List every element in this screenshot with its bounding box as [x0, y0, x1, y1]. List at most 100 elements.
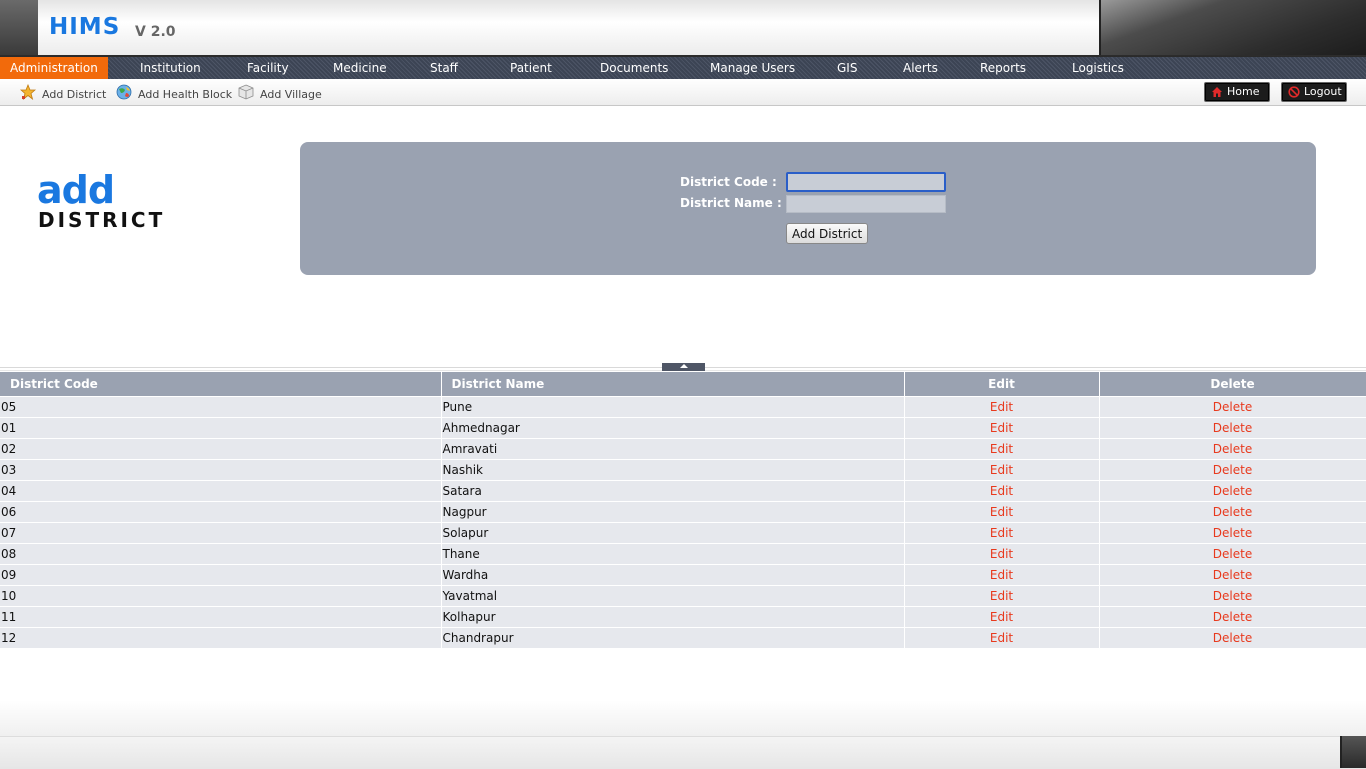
- nav-item-documents[interactable]: Documents: [600, 57, 668, 79]
- delete-link[interactable]: Delete: [1099, 522, 1366, 544]
- district-name-cell: Nagpur: [441, 501, 905, 523]
- table-row: 06 Nagpur Edit Delete: [0, 501, 1366, 523]
- delete-link[interactable]: Delete: [1099, 396, 1366, 418]
- district-name-cell: Chandrapur: [441, 627, 905, 648]
- delete-link[interactable]: Delete: [1099, 438, 1366, 460]
- footer-right-decoration: [1340, 736, 1366, 768]
- edit-link[interactable]: Edit: [904, 564, 1100, 586]
- app-header: HIMS V 2.0: [0, 0, 1366, 57]
- nav-item-alerts[interactable]: Alerts: [903, 57, 938, 79]
- edit-link[interactable]: Edit: [904, 480, 1100, 502]
- logout-icon: [1288, 86, 1300, 98]
- nav-item-administration[interactable]: Administration: [0, 57, 108, 79]
- logout-button-label: Logout: [1304, 85, 1342, 98]
- header-banner: [38, 0, 1099, 55]
- district-code-label: District Code :: [680, 175, 777, 189]
- district-code-cell: 12: [0, 627, 442, 648]
- table-row: 07 Solapur Edit Delete: [0, 522, 1366, 544]
- edit-link[interactable]: Edit: [904, 606, 1100, 628]
- header-right-decoration: [1099, 0, 1366, 55]
- edit-link[interactable]: Edit: [904, 543, 1100, 565]
- district-code-cell: 04: [0, 480, 442, 502]
- table-row: 02 Amravati Edit Delete: [0, 438, 1366, 460]
- box-icon: [238, 84, 254, 100]
- district-name-cell: Pune: [441, 396, 905, 418]
- district-code-cell: 01: [0, 417, 442, 439]
- header-district-code[interactable]: District Code: [0, 372, 442, 397]
- district-name-cell: Satara: [441, 480, 905, 502]
- nav-item-manage-users[interactable]: Manage Users: [710, 57, 795, 79]
- edit-link[interactable]: Edit: [904, 459, 1100, 481]
- district-name-cell: Wardha: [441, 564, 905, 586]
- nav-item-logistics[interactable]: Logistics: [1072, 57, 1124, 79]
- collapse-toggle[interactable]: [662, 363, 705, 371]
- district-name-cell: Ahmednagar: [441, 417, 905, 439]
- home-button[interactable]: Home: [1204, 82, 1270, 102]
- table-row: 09 Wardha Edit Delete: [0, 564, 1366, 586]
- nav-item-facility[interactable]: Facility: [247, 57, 289, 79]
- district-name-cell: Nashik: [441, 459, 905, 481]
- add-district-form: District Code : District Name : Add Dist…: [300, 142, 1316, 275]
- add-village-link[interactable]: Add Village: [238, 84, 322, 102]
- logout-button[interactable]: Logout: [1281, 82, 1347, 102]
- district-code-cell: 03: [0, 459, 442, 481]
- table-row: 11 Kolhapur Edit Delete: [0, 606, 1366, 628]
- table-row: 01 Ahmednagar Edit Delete: [0, 417, 1366, 439]
- page-title-district: DISTRICT: [38, 208, 166, 232]
- district-name-cell: Thane: [441, 543, 905, 565]
- district-code-cell: 02: [0, 438, 442, 460]
- table-header-row: District Code District Name Edit Delete: [0, 372, 1366, 397]
- header-edit: Edit: [904, 372, 1100, 397]
- add-village-label: Add Village: [260, 88, 322, 101]
- edit-link[interactable]: Edit: [904, 585, 1100, 607]
- district-name-cell: Amravati: [441, 438, 905, 460]
- district-code-cell: 09: [0, 564, 442, 586]
- district-code-cell: 08: [0, 543, 442, 565]
- district-table: District Code District Name Edit Delete …: [0, 372, 1366, 648]
- page-title-add: add: [37, 168, 115, 212]
- edit-link[interactable]: Edit: [904, 438, 1100, 460]
- app-footer: [0, 736, 1366, 769]
- add-district-button[interactable]: Add District: [786, 223, 869, 244]
- district-code-cell: 11: [0, 606, 442, 628]
- district-name-cell: Yavatmal: [441, 585, 905, 607]
- district-code-input[interactable]: [786, 172, 946, 192]
- edit-link[interactable]: Edit: [904, 501, 1100, 523]
- add-district-link[interactable]: Add District: [20, 84, 106, 102]
- district-code-cell: 07: [0, 522, 442, 544]
- edit-link[interactable]: Edit: [904, 522, 1100, 544]
- header-district-name[interactable]: District Name: [441, 372, 905, 397]
- delete-link[interactable]: Delete: [1099, 606, 1366, 628]
- nav-item-patient[interactable]: Patient: [510, 57, 552, 79]
- delete-link[interactable]: Delete: [1099, 627, 1366, 648]
- nav-item-reports[interactable]: Reports: [980, 57, 1026, 79]
- delete-link[interactable]: Delete: [1099, 543, 1366, 565]
- app-logo-title: HIMS: [49, 14, 121, 40]
- delete-link[interactable]: Delete: [1099, 585, 1366, 607]
- district-code-cell: 06: [0, 501, 442, 523]
- district-name-input[interactable]: [786, 195, 946, 213]
- nav-item-institution[interactable]: Institution: [140, 57, 201, 79]
- nav-item-staff[interactable]: Staff: [430, 57, 458, 79]
- home-button-label: Home: [1227, 85, 1260, 98]
- table-row: 05 Pune Edit Delete: [0, 396, 1366, 418]
- nav-item-gis[interactable]: GIS: [837, 57, 857, 79]
- edit-link[interactable]: Edit: [904, 627, 1100, 648]
- nav-item-medicine[interactable]: Medicine: [333, 57, 387, 79]
- add-health-block-link[interactable]: Add Health Block: [116, 84, 232, 102]
- district-name-cell: Solapur: [441, 522, 905, 544]
- edit-link[interactable]: Edit: [904, 396, 1100, 418]
- home-icon: [1212, 87, 1222, 97]
- delete-link[interactable]: Delete: [1099, 459, 1366, 481]
- delete-link[interactable]: Delete: [1099, 501, 1366, 523]
- district-name-label: District Name :: [680, 196, 782, 210]
- delete-link[interactable]: Delete: [1099, 564, 1366, 586]
- table-row: 08 Thane Edit Delete: [0, 543, 1366, 565]
- delete-link[interactable]: Delete: [1099, 480, 1366, 502]
- delete-link[interactable]: Delete: [1099, 417, 1366, 439]
- header-left-decoration: [0, 0, 39, 55]
- add-health-block-label: Add Health Block: [138, 88, 233, 101]
- edit-link[interactable]: Edit: [904, 417, 1100, 439]
- globe-icon: [116, 84, 132, 100]
- sub-nav: Add District Add Health Block Add Villag…: [0, 79, 1366, 106]
